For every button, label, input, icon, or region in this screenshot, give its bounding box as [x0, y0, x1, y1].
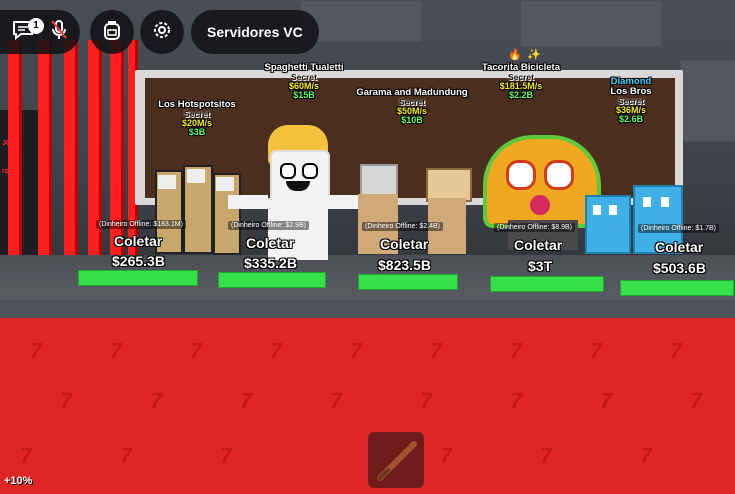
collect-pad[interactable] [78, 270, 198, 286]
collect-label[interactable]: Coletar [114, 233, 162, 249]
collect-label[interactable]: Coletar [514, 237, 562, 253]
game-scene: JOGO ro 777777777 77777777 777777 [0, 0, 735, 494]
collect-amount: $265.3B [112, 253, 165, 269]
brainrot-price: $2.6B [618, 114, 644, 125]
collect-amount: $503.6B [653, 260, 706, 276]
servers-vc-button[interactable]: Servidores VC [191, 10, 319, 54]
hotbar-slot-1[interactable] [368, 432, 424, 488]
collect-label[interactable]: Coletar [655, 239, 703, 255]
collect-amount: $823.5B [378, 257, 431, 273]
collect-amount: $3T [528, 258, 553, 274]
brainrot-info-1: Los Hotspotsitos Secret $20M/s $3B [152, 100, 242, 138]
brainrot-info-5: Diamond Los Bros Secret $36M/s $2.6B [596, 77, 666, 125]
sparkle-icon: ✨ [527, 49, 541, 61]
backpack-button[interactable] [90, 10, 134, 54]
wall-block [520, 0, 662, 47]
settings-button[interactable] [140, 10, 184, 54]
offline-money: (Dinheiro Offline: $2.4B) [362, 222, 443, 231]
fire-icon: 🔥 [508, 49, 522, 61]
gear-icon [152, 20, 172, 45]
boost-percentage: +10% [4, 475, 33, 487]
brainrot-price: $3B [188, 127, 206, 138]
collect-pad[interactable] [218, 272, 326, 288]
brainrot-info-3: Garama and Madundung Secret $50M/s $10B [348, 88, 476, 126]
brainrot-info-4: Tacorita Bicicleta Secret $181.5M/s $2.2… [470, 63, 572, 101]
collect-pad[interactable] [358, 274, 458, 290]
brainrot-info-2: Spaghetti Tualetti Secret $60M/s $15B [250, 63, 358, 101]
offline-money: (Dinheiro Offline: $2.9B) [228, 221, 309, 230]
collect-label[interactable]: Coletar [380, 236, 428, 252]
chat-icon[interactable]: 1 [12, 17, 44, 45]
wall-block [680, 60, 735, 142]
brainrot-price: $10B [401, 115, 423, 126]
offline-money: (Dinheiro Offline: $8.9B) [494, 223, 575, 232]
collect-amount: $335.2B [244, 255, 297, 271]
brainrot-price: $2.2B [508, 90, 534, 101]
brainrot-price: $15B [293, 90, 315, 101]
baseball-bat-icon [372, 436, 420, 489]
collect-label[interactable]: Coletar [246, 235, 294, 251]
offline-money: (Dinheiro Offline: $183.1M) [96, 220, 186, 229]
chat-badge: 1 [28, 17, 44, 34]
chat-voice-group: 1 [0, 10, 80, 54]
backpack-icon [102, 19, 122, 46]
collect-pad[interactable] [620, 280, 734, 296]
offline-money: (Dinheiro Offline: $1.7B) [638, 224, 719, 233]
microphone-muted-icon[interactable] [50, 19, 68, 46]
collect-pad[interactable] [490, 276, 604, 292]
